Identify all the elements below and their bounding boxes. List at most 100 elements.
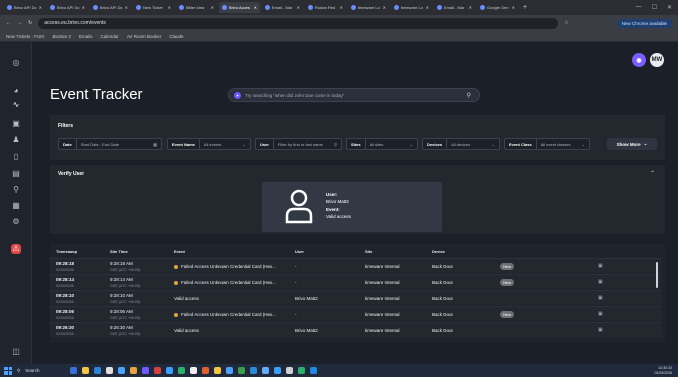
reports-icon[interactable]: ▤ xyxy=(11,169,21,179)
taskbar-app-icon[interactable] xyxy=(286,367,294,374)
bookmark-item[interactable]: Calendar xyxy=(101,34,119,39)
browser-tab[interactable]: Email - Mar ✕ xyxy=(434,2,475,13)
browser-tab[interactable]: Brivo API Dc ✕ xyxy=(90,2,131,13)
minimize-icon[interactable]: — xyxy=(636,4,642,11)
settings-icon[interactable]: ⚙ xyxy=(11,217,21,227)
users-icon[interactable]: ♟ xyxy=(11,135,21,145)
close-tab-icon[interactable]: ✕ xyxy=(383,5,386,10)
bookmark-item[interactable]: Emails xyxy=(79,34,93,39)
bookmark-item[interactable]: AV Room Booker xyxy=(127,34,161,39)
table-row[interactable]: 09:28:14 02/03/2026 9:28:14 AM GMT (UTC +00… xyxy=(50,274,661,289)
taskbar-app-icon[interactable] xyxy=(70,367,78,374)
taskbar-app-icon[interactable] xyxy=(142,367,150,374)
column-header[interactable]: Event xyxy=(174,249,185,254)
close-tab-icon[interactable]: ✕ xyxy=(168,5,171,10)
camera-off-icon[interactable]: ▣ xyxy=(598,295,603,301)
bookmark-item[interactable]: Claude xyxy=(169,34,183,39)
close-tab-icon[interactable]: ✕ xyxy=(39,5,42,10)
table-row[interactable]: 09:28:10 02/03/2026 9:28:10 AM GMT (UTC +00… xyxy=(50,290,661,305)
taskbar-app-icon[interactable] xyxy=(118,367,126,374)
browser-tab[interactable]: Email - Mar ✕ xyxy=(262,2,303,13)
reload-icon[interactable]: ↻ xyxy=(28,20,32,26)
taskbar-clock[interactable]: 10:30:33 02/03/2026 xyxy=(654,366,678,375)
browser-tab[interactable]: Brivo Acces ✕ xyxy=(219,2,260,13)
close-tab-icon[interactable]: ✕ xyxy=(426,5,429,10)
browser-tab[interactable]: Brivo API Dc ✕ xyxy=(4,2,45,13)
taskbar-app-icon[interactable] xyxy=(202,367,210,374)
camera-off-icon[interactable]: ▣ xyxy=(598,311,603,317)
activity-icon[interactable]: ∿ xyxy=(11,100,21,110)
taskbar-app-icon[interactable] xyxy=(310,367,318,374)
filter-user[interactable]: User Filter by first or last name ⚲ xyxy=(255,138,342,150)
camera-off-icon[interactable]: ▣ xyxy=(598,263,603,269)
browser-tab[interactable]: New Ticket ✕ xyxy=(133,2,174,13)
browser-tab[interactable]: Brivo API Dc ✕ xyxy=(47,2,88,13)
user-avatar[interactable]: MW xyxy=(650,53,664,67)
close-tab-icon[interactable]: ✕ xyxy=(340,5,343,10)
search-icon[interactable]: ⚲ xyxy=(17,368,20,374)
taskbar-search[interactable]: Search xyxy=(25,368,65,373)
close-tab-icon[interactable]: ✕ xyxy=(469,5,472,10)
taskbar-app-icon[interactable] xyxy=(82,367,90,374)
taskbar-app-icon[interactable] xyxy=(250,367,258,374)
taskbar-app-icon[interactable] xyxy=(190,367,198,374)
bookmark-item[interactable]: BioStar 2 xyxy=(53,34,72,39)
camera-off-icon[interactable]: ▣ xyxy=(598,279,603,285)
browser-tab[interactable]: timeware Lo ✕ xyxy=(391,2,432,13)
maximize-icon[interactable]: ☐ xyxy=(652,4,657,11)
taskbar-app-icon[interactable] xyxy=(154,367,162,374)
close-tab-icon[interactable]: ✕ xyxy=(297,5,300,10)
device-icon[interactable]: ▯ xyxy=(11,152,21,162)
taskbar-app-icon[interactable] xyxy=(178,367,186,374)
taskbar-app-icon[interactable] xyxy=(94,367,102,374)
dashboard-icon[interactable]: ◕ xyxy=(11,86,21,96)
taskbar-app-icon[interactable] xyxy=(130,367,138,374)
filter-event-class[interactable]: Event Class All event classes ⌄ xyxy=(504,138,590,150)
browser-tab[interactable]: timeware Lo ✕ xyxy=(348,2,389,13)
column-header[interactable]: Device xyxy=(432,249,445,254)
brivo-logo-icon[interactable]: ◎ xyxy=(11,58,21,68)
close-tab-icon[interactable]: ✕ xyxy=(211,5,214,10)
taskbar-app-icon[interactable] xyxy=(262,367,270,374)
bookmark-item[interactable]: New Tickets - FUKI xyxy=(6,34,45,39)
filter-date[interactable]: Date Start Date - End Date ▦ xyxy=(58,138,162,150)
alert-icon[interactable]: ⚠ xyxy=(11,244,21,254)
back-icon[interactable]: ← xyxy=(6,20,11,26)
close-tab-icon[interactable]: ✕ xyxy=(125,5,128,10)
show-more-button[interactable]: Show More ⌄ xyxy=(607,138,657,150)
close-window-icon[interactable]: ✕ xyxy=(667,4,672,11)
assistant-icon[interactable]: ◉ xyxy=(632,53,646,67)
table-row[interactable]: 09:26:30 02/03/2026 9:26:30 AM GMT (UTC +00… xyxy=(50,322,661,337)
browser-tab[interactable]: Rudan Red ✕ xyxy=(305,2,346,13)
grid-icon[interactable]: ▦ xyxy=(11,201,21,211)
column-header[interactable]: Site xyxy=(365,249,372,254)
url-field[interactable]: access.eu.brivo.com/events xyxy=(38,17,559,29)
filter-event-name[interactable]: Event Name All events ⌄ xyxy=(167,138,251,150)
windows-start-icon[interactable] xyxy=(4,366,12,375)
taskbar-app-icon[interactable] xyxy=(166,367,174,374)
table-row[interactable]: 09:28:18 02/03/2026 9:28:18 AM GMT (UTC +00… xyxy=(50,258,661,273)
taskbar-app-icon[interactable] xyxy=(226,367,234,374)
chevron-up-icon[interactable]: ⌃ xyxy=(650,170,655,177)
browser-tab[interactable]: Bitter Idea ✕ xyxy=(176,2,217,13)
collapse-sidebar-icon[interactable]: ◫ xyxy=(11,347,21,357)
close-tab-icon[interactable]: ✕ xyxy=(512,5,515,10)
forward-icon[interactable]: → xyxy=(17,20,22,26)
table-scrollbar[interactable] xyxy=(656,262,658,288)
taskbar-app-icon[interactable] xyxy=(274,367,282,374)
chrome-update-button[interactable]: New Chrome available xyxy=(616,18,672,28)
camera-off-icon[interactable]: ▣ xyxy=(598,327,603,333)
close-tab-icon[interactable]: ✕ xyxy=(254,5,257,10)
filter-sites[interactable]: Sites All sites ⌄ xyxy=(346,138,418,150)
taskbar-app-icon[interactable] xyxy=(238,367,246,374)
star-icon[interactable]: ☆ xyxy=(564,20,568,26)
browser-tab[interactable]: Google Gen ✕ xyxy=(477,2,518,13)
table-row[interactable]: 09:28:06 02/03/2026 9:28:06 AM GMT (UTC +00… xyxy=(50,306,661,321)
column-header[interactable]: Timestamp xyxy=(56,249,77,254)
location-icon[interactable]: ⚲ xyxy=(11,185,21,195)
new-tab-button[interactable]: + xyxy=(523,4,527,11)
close-tab-icon[interactable]: ✕ xyxy=(82,5,85,10)
ai-search-input[interactable]: ✦ Try searching "when did John Doe come … xyxy=(228,88,480,102)
taskbar-app-icon[interactable] xyxy=(298,367,306,374)
search-icon[interactable]: ⚲ xyxy=(467,92,471,99)
